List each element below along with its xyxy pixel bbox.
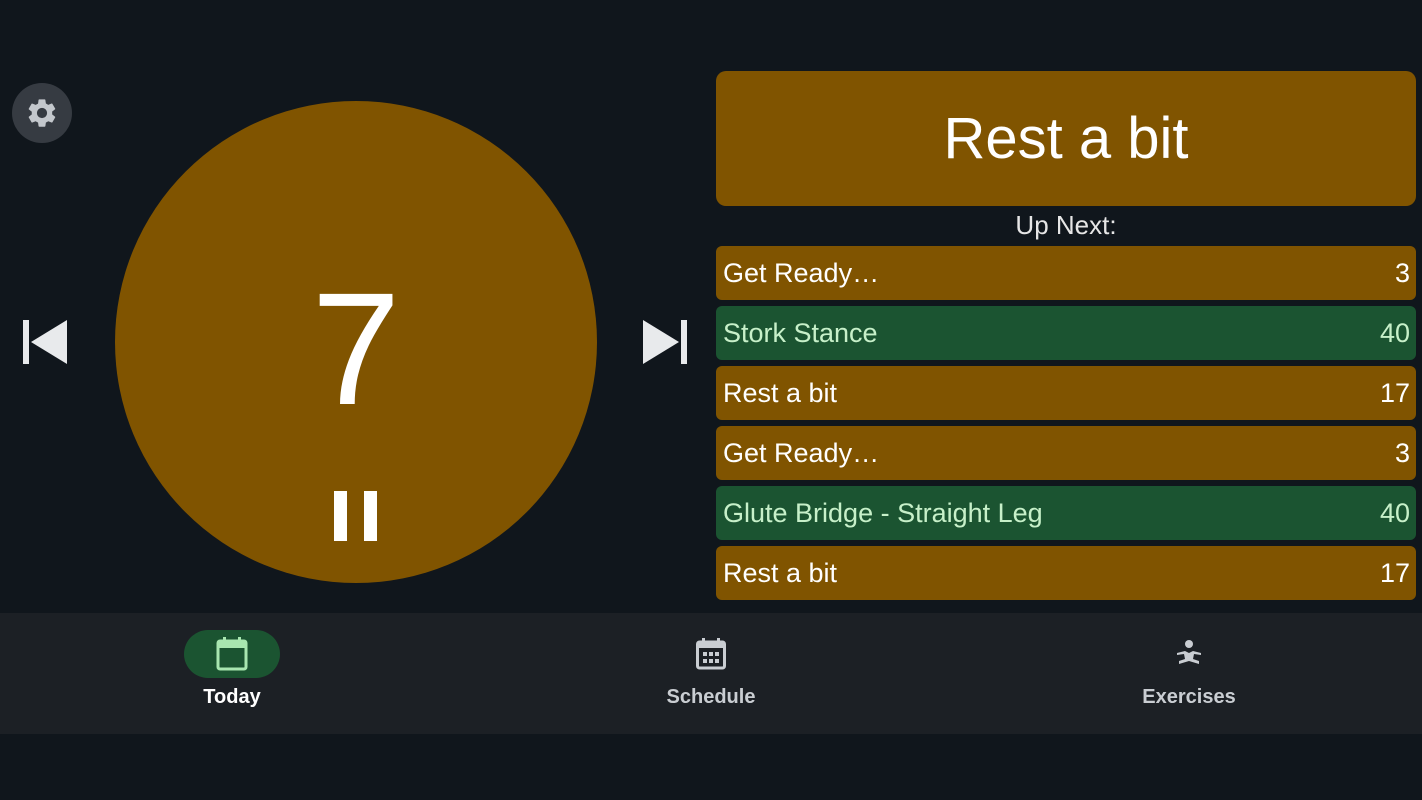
item-duration: 3 — [1394, 437, 1410, 468]
skip-next-button[interactable] — [641, 318, 689, 366]
skip-previous-icon — [23, 320, 67, 364]
nav-icon-container — [663, 630, 759, 678]
item-duration: 17 — [1379, 557, 1410, 588]
meditation-icon — [1177, 640, 1201, 664]
nav-item-schedule[interactable]: Schedule — [611, 613, 811, 734]
item-name: Rest a bit — [723, 377, 838, 408]
gear-icon — [28, 99, 56, 127]
pause-button[interactable] — [334, 491, 378, 541]
list-item[interactable]: Rest a bit 17 — [716, 366, 1416, 420]
calendar-month-icon — [696, 638, 726, 670]
current-activity-banner: Rest a bit — [716, 71, 1416, 206]
list-item[interactable]: Glute Bridge - Straight Leg 40 — [716, 486, 1416, 540]
item-duration: 3 — [1394, 257, 1410, 288]
item-duration: 17 — [1379, 377, 1410, 408]
up-next-list: Get Ready… 3 Stork Stance 40 Rest a bit … — [716, 246, 1416, 606]
item-duration: 40 — [1379, 497, 1410, 528]
item-name: Rest a bit — [723, 557, 838, 588]
nav-label-schedule: Schedule — [666, 686, 756, 708]
item-name: Glute Bridge - Straight Leg — [723, 497, 1043, 528]
list-item[interactable]: Get Ready… 3 — [716, 246, 1416, 300]
nav-item-exercises[interactable]: Exercises — [1089, 613, 1289, 734]
nav-label-exercises: Exercises — [1142, 686, 1236, 708]
up-next-heading: Up Next: — [1015, 210, 1117, 240]
list-item[interactable]: Stork Stance 40 — [716, 306, 1416, 360]
nav-icon-container — [184, 630, 280, 678]
pause-icon — [334, 491, 377, 541]
timer-value: 7 — [311, 259, 401, 438]
countdown-timer[interactable]: 7 — [115, 101, 597, 583]
nav-item-today[interactable]: Today — [132, 613, 332, 734]
skip-next-icon — [643, 320, 687, 364]
calendar-today-icon — [216, 637, 248, 671]
nav-label-today: Today — [203, 686, 261, 708]
item-duration: 40 — [1379, 317, 1410, 348]
item-name: Get Ready… — [723, 257, 880, 288]
list-item[interactable]: Rest a bit 17 — [716, 546, 1416, 600]
item-name: Get Ready… — [723, 437, 880, 468]
list-item[interactable]: Get Ready… 3 — [716, 426, 1416, 480]
skip-previous-button[interactable] — [21, 318, 69, 366]
bottom-navigation: Today Schedule Exercises — [0, 613, 1422, 734]
settings-button[interactable] — [12, 83, 72, 143]
nav-icon-container — [1141, 630, 1237, 678]
item-name: Stork Stance — [723, 317, 878, 348]
